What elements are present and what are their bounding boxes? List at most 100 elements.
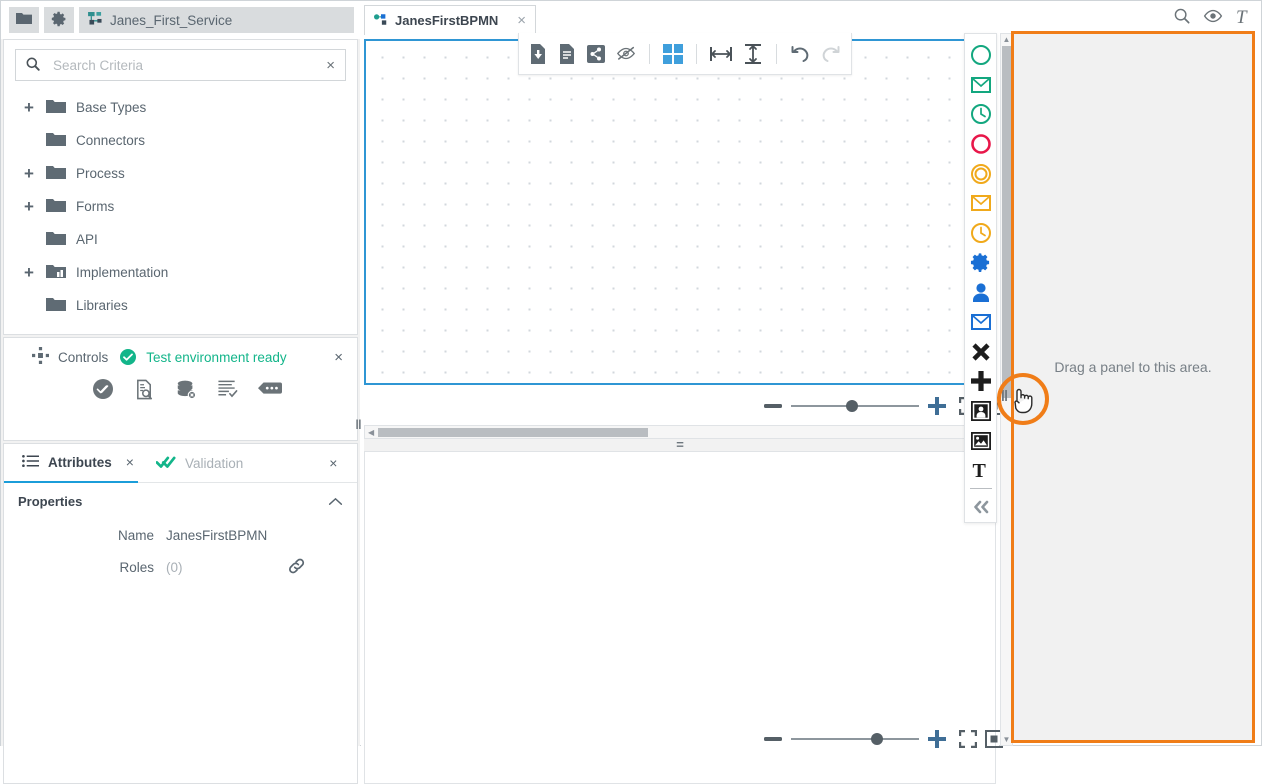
- tree-item-process[interactable]: + Process: [4, 157, 357, 190]
- property-value: (0): [166, 559, 183, 575]
- controls-close-icon[interactable]: ×: [334, 349, 343, 366]
- zoom-in-button[interactable]: [923, 730, 951, 748]
- exclusive-gateway-icon[interactable]: [966, 337, 996, 367]
- intermediate-event-icon[interactable]: [966, 159, 996, 189]
- toolbar-separator: [776, 43, 777, 64]
- document-search-icon[interactable]: [134, 379, 155, 403]
- bpmn-canvas[interactable]: [364, 33, 996, 385]
- search-box[interactable]: ×: [15, 49, 346, 81]
- redo-icon[interactable]: [821, 44, 841, 63]
- expand-toggle[interactable]: +: [24, 198, 46, 215]
- comment-more-icon[interactable]: [258, 381, 282, 400]
- text-annotation-icon[interactable]: T: [966, 456, 996, 486]
- properties-section-header[interactable]: Properties: [4, 483, 357, 519]
- left-sidebar: × + Base Types Connectors + Process: [1, 39, 360, 784]
- export-file-icon[interactable]: [529, 43, 547, 64]
- panel-splitter[interactable]: =: [364, 437, 996, 452]
- tab-validation[interactable]: Validation ×: [138, 445, 341, 482]
- search-input[interactable]: [51, 56, 317, 74]
- scrollbar-thumb[interactable]: [378, 427, 649, 437]
- collapse-palette-icon[interactable]: [966, 492, 996, 522]
- zoom-slider-knob[interactable]: [846, 400, 858, 412]
- expand-toggle[interactable]: +: [24, 99, 46, 116]
- canvas-left-splitter[interactable]: ‖: [354, 413, 364, 435]
- palette-separator: [969, 488, 992, 490]
- tree-item-label: Base Types: [76, 100, 147, 115]
- zoom-slider[interactable]: [791, 731, 919, 747]
- document-tab[interactable]: JanesFirstBPMN ×: [364, 5, 536, 35]
- image-icon[interactable]: [966, 426, 996, 456]
- property-value[interactable]: JanesFirstBPMN: [166, 528, 267, 543]
- start-event-icon[interactable]: [966, 40, 996, 70]
- document-tab-label: JanesFirstBPMN: [395, 13, 499, 28]
- properties-title: Properties: [18, 493, 83, 509]
- link-icon[interactable]: [287, 557, 307, 578]
- tab-close-icon[interactable]: ×: [126, 454, 134, 470]
- tree-item-implementation[interactable]: + Implementation: [4, 256, 357, 289]
- expand-toggle[interactable]: +: [24, 264, 46, 281]
- database-clear-icon[interactable]: [175, 379, 197, 403]
- align-vertical-icon[interactable]: [743, 43, 763, 64]
- search-clear-icon[interactable]: ×: [316, 57, 345, 74]
- scroll-left-arrow-icon[interactable]: ◀: [365, 428, 377, 437]
- search-icon: [25, 56, 41, 75]
- document-tab-close-icon[interactable]: ×: [514, 12, 529, 29]
- align-horizontal-icon[interactable]: [710, 45, 732, 63]
- toolbar-separator: [696, 43, 697, 64]
- eye-icon[interactable]: [1203, 8, 1223, 27]
- service-task-icon[interactable]: [966, 248, 996, 278]
- folder-icon: [46, 198, 66, 216]
- grid-icon[interactable]: [663, 43, 683, 64]
- intermediate-timer-event-icon[interactable]: [966, 218, 996, 248]
- settings-button[interactable]: [44, 7, 74, 33]
- run-test-icon[interactable]: [92, 378, 114, 403]
- send-task-icon[interactable]: [966, 307, 996, 337]
- start-timer-event-icon[interactable]: [966, 99, 996, 129]
- text-icon[interactable]: T: [1235, 6, 1251, 29]
- tree-item-base-types[interactable]: + Base Types: [4, 91, 357, 124]
- tab-close-icon[interactable]: ×: [329, 455, 337, 471]
- status-check-icon: [120, 349, 137, 365]
- tree-item-libraries[interactable]: Libraries: [4, 289, 357, 322]
- folder-button[interactable]: [9, 7, 39, 33]
- zoom-in-button[interactable]: [923, 397, 951, 415]
- start-message-event-icon[interactable]: [966, 70, 996, 100]
- folder-icon: [16, 12, 32, 28]
- zoom-out-button[interactable]: [759, 403, 787, 409]
- document-icon[interactable]: [558, 43, 576, 64]
- fit-screen-icon[interactable]: [959, 730, 977, 748]
- intermediate-message-event-icon[interactable]: [966, 188, 996, 218]
- folder-icon: [46, 165, 66, 183]
- end-event-icon[interactable]: [966, 129, 996, 159]
- chevron-up-icon[interactable]: [328, 494, 343, 509]
- service-tab[interactable]: Janes_First_Service: [79, 7, 354, 33]
- expand-toggle[interactable]: +: [24, 165, 46, 182]
- undo-icon[interactable]: [790, 44, 810, 63]
- share-icon[interactable]: [587, 44, 605, 63]
- list-icon: [22, 454, 39, 471]
- controls-icon: [32, 347, 49, 367]
- parallel-gateway-icon[interactable]: [966, 367, 996, 397]
- splitter-handle: =: [676, 437, 684, 452]
- property-key: Name: [117, 527, 154, 543]
- tree-item-api[interactable]: API: [4, 223, 357, 256]
- tree-item-forms[interactable]: + Forms: [4, 190, 357, 223]
- scrollbar-thumb[interactable]: [1002, 46, 1011, 398]
- zoom-out-button[interactable]: [759, 736, 787, 742]
- zoom-slider-knob[interactable]: [871, 733, 883, 745]
- panel-drag-handle[interactable]: ‖: [998, 378, 1012, 414]
- zoom-slider[interactable]: [791, 398, 919, 414]
- property-row-roles: Roles (0): [4, 551, 357, 583]
- panel-drop-area[interactable]: Drag a panel to this area.: [1011, 31, 1255, 743]
- pool-icon[interactable]: [966, 396, 996, 426]
- tab-label: Validation: [184, 455, 244, 471]
- property-key: Roles: [119, 559, 154, 575]
- search-icon[interactable]: [1173, 7, 1191, 28]
- svg-text:T: T: [972, 460, 986, 481]
- user-task-icon[interactable]: [966, 278, 996, 308]
- hide-eye-icon[interactable]: [616, 45, 636, 62]
- tab-attributes[interactable]: Attributes ×: [4, 444, 138, 483]
- tree-item-connectors[interactable]: Connectors: [4, 124, 357, 157]
- log-check-icon[interactable]: [217, 379, 238, 402]
- folder-icon: [46, 297, 66, 315]
